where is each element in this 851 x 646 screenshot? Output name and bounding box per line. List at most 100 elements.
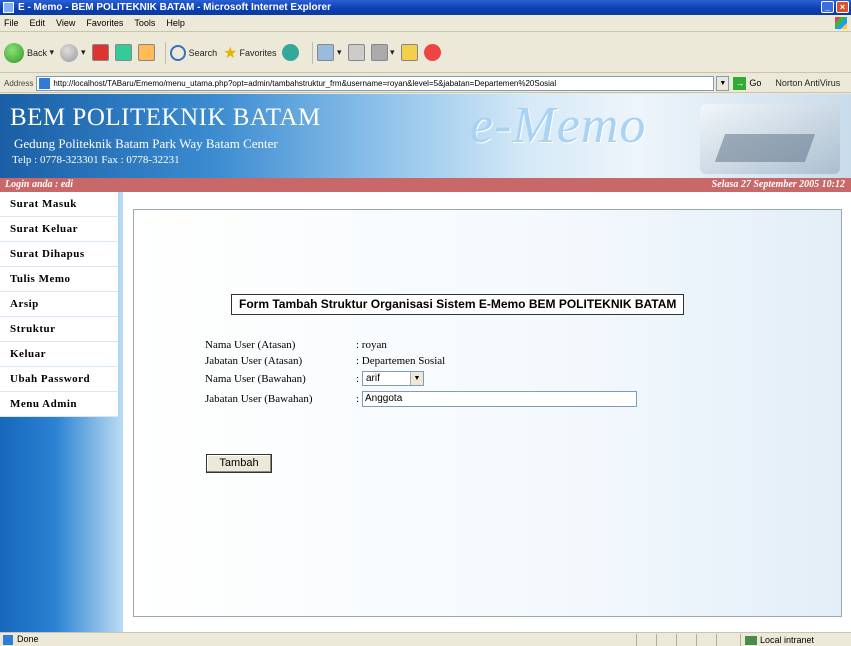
- toolbar: Back ▾ ▾ Search ★ Favorites ▾ ▾: [0, 33, 851, 73]
- ie-icon: [3, 2, 14, 13]
- mail-button[interactable]: ▾: [317, 44, 342, 61]
- menu-favorites[interactable]: Favorites: [86, 18, 123, 28]
- window-title-bar[interactable]: E - Memo - BEM POLITEKNIK BATAM - Micros…: [0, 0, 851, 15]
- stop-button[interactable]: [91, 44, 109, 61]
- messenger-icon: [423, 44, 441, 61]
- jabatan-bawahan-input[interactable]: Anggota: [362, 391, 637, 407]
- value-nama-atasan: : royan: [356, 339, 387, 351]
- go-arrow-icon: →: [733, 76, 747, 90]
- site-contact: Telp : 0778-323301 Fax : 0778-32231: [12, 154, 180, 166]
- form-panel: Form Tambah Struktur Organisasi Sistem E…: [133, 209, 842, 617]
- home-button[interactable]: [137, 44, 155, 61]
- folder-icon: [400, 44, 418, 61]
- intranet-icon: [745, 635, 757, 645]
- close-button[interactable]: ×: [836, 1, 849, 13]
- chevron-down-icon[interactable]: ▼: [410, 372, 423, 385]
- chevron-down-icon[interactable]: ▾: [81, 47, 86, 58]
- window-controls: _ ×: [821, 1, 849, 13]
- address-dropdown-button[interactable]: ▼: [716, 75, 730, 91]
- menu-edit[interactable]: Edit: [30, 18, 46, 28]
- status-bar: Done Local intranet: [0, 632, 851, 646]
- address-input[interactable]: http://localhost/TABaru/Ememo/menu_utama…: [36, 75, 715, 91]
- menu-help[interactable]: Help: [166, 18, 185, 28]
- messenger-button[interactable]: [423, 44, 444, 61]
- page-done-icon: [3, 635, 13, 645]
- security-zone[interactable]: Local intranet: [740, 634, 814, 646]
- value-jabatan-atasan: : Departemen Sosial: [356, 355, 446, 367]
- status-panel: [716, 634, 736, 646]
- history-button[interactable]: [282, 44, 302, 61]
- banner-decoration-image: [700, 104, 840, 174]
- history-icon: [282, 44, 300, 61]
- refresh-button[interactable]: [114, 44, 132, 61]
- search-icon: [169, 44, 186, 61]
- colon: :: [356, 373, 360, 385]
- stop-icon: [91, 44, 109, 61]
- toolbar-separator: [164, 41, 166, 64]
- forward-button[interactable]: ▾: [60, 43, 86, 62]
- forward-arrow-icon: [60, 43, 79, 62]
- favorites-label: Favorites: [239, 47, 277, 58]
- login-bar: Login anda : edi Selasa 27 September 200…: [0, 178, 851, 192]
- menu-bar: File Edit View Favorites Tools Help: [0, 15, 851, 32]
- favorites-star-icon: ★: [223, 44, 238, 62]
- back-arrow-icon: [4, 42, 24, 63]
- sidebar-item-surat-keluar[interactable]: Surat Keluar: [0, 217, 118, 242]
- sidebar-item-surat-dihapus[interactable]: Surat Dihapus: [0, 242, 118, 267]
- home-icon: [137, 44, 155, 61]
- edit-button[interactable]: ▾: [370, 44, 395, 61]
- go-label: Go: [749, 78, 762, 88]
- page-icon: [39, 77, 51, 89]
- status-panel: [656, 634, 676, 646]
- colon: :: [356, 393, 360, 405]
- address-bar: Address http://localhost/TABaru/Ememo/me…: [0, 74, 851, 93]
- nama-bawahan-selected: arif: [366, 373, 380, 384]
- go-button[interactable]: → Go: [733, 76, 762, 90]
- minimize-button[interactable]: _: [821, 1, 834, 13]
- sidebar-item-menu-admin[interactable]: Menu Admin: [0, 392, 118, 417]
- sidebar-item-arsip[interactable]: Arsip: [0, 292, 118, 317]
- search-button[interactable]: Search: [169, 44, 218, 61]
- windows-logo-icon: [835, 17, 847, 29]
- sidebar-item-tulis-memo[interactable]: Tulis Memo: [0, 267, 118, 292]
- site-subtitle: Gedung Politeknik Batam Park Way Batam C…: [14, 136, 278, 151]
- address-label: Address: [4, 78, 34, 88]
- label-nama-atasan: Nama User (Atasan): [205, 339, 296, 351]
- menu-tools[interactable]: Tools: [134, 18, 155, 28]
- status-panel: [696, 634, 716, 646]
- norton-antivirus-button[interactable]: Norton AntiVirus: [775, 78, 840, 88]
- sidebar-item-surat-masuk[interactable]: Surat Masuk: [0, 192, 118, 217]
- print-icon: [347, 44, 365, 61]
- folder-button[interactable]: [400, 44, 418, 61]
- sidebar-item-ubah-password[interactable]: Ubah Password: [0, 367, 118, 392]
- login-datetime: Selasa 27 September 2005 10:12: [711, 179, 845, 190]
- favorites-button[interactable]: ★ Favorites: [223, 43, 276, 63]
- window-title: E - Memo - BEM POLITEKNIK BATAM - Micros…: [18, 2, 331, 13]
- label-jabatan-atasan: Jabatan User (Atasan): [205, 355, 303, 367]
- sidebar-item-struktur[interactable]: Struktur: [0, 317, 118, 342]
- back-button[interactable]: Back ▾: [4, 42, 55, 63]
- search-label: Search: [188, 47, 218, 58]
- edit-icon: [370, 44, 388, 61]
- chevron-down-icon[interactable]: ▾: [47, 47, 55, 58]
- label-nama-bawahan: Nama User (Bawahan): [205, 373, 306, 385]
- status-panel: [636, 634, 656, 646]
- label-jabatan-bawahan: Jabatan User (Bawahan): [205, 393, 313, 405]
- status-panel: [676, 634, 696, 646]
- page-viewport: BEM POLITEKNIK BATAM Gedung Politeknik B…: [0, 94, 851, 632]
- form-title: Form Tambah Struktur Organisasi Sistem E…: [231, 294, 685, 315]
- tambah-button[interactable]: Tambah: [206, 454, 272, 473]
- status-text: Done: [17, 634, 39, 644]
- print-button[interactable]: [347, 44, 365, 61]
- address-url: http://localhost/TABaru/Ememo/menu_utama…: [53, 78, 557, 88]
- zone-label: Local intranet: [760, 635, 815, 645]
- ememo-logo: e-Memo: [470, 97, 647, 154]
- refresh-icon: [114, 44, 132, 61]
- menu-file[interactable]: File: [4, 18, 19, 28]
- menu-view[interactable]: View: [56, 18, 75, 28]
- toolbar-separator: [312, 41, 314, 64]
- header-banner: BEM POLITEKNIK BATAM Gedung Politeknik B…: [0, 94, 851, 178]
- sidebar-item-keluar[interactable]: Keluar: [0, 342, 118, 367]
- nama-bawahan-select[interactable]: arif ▼: [362, 371, 424, 386]
- login-user: Login anda : edi: [5, 179, 74, 190]
